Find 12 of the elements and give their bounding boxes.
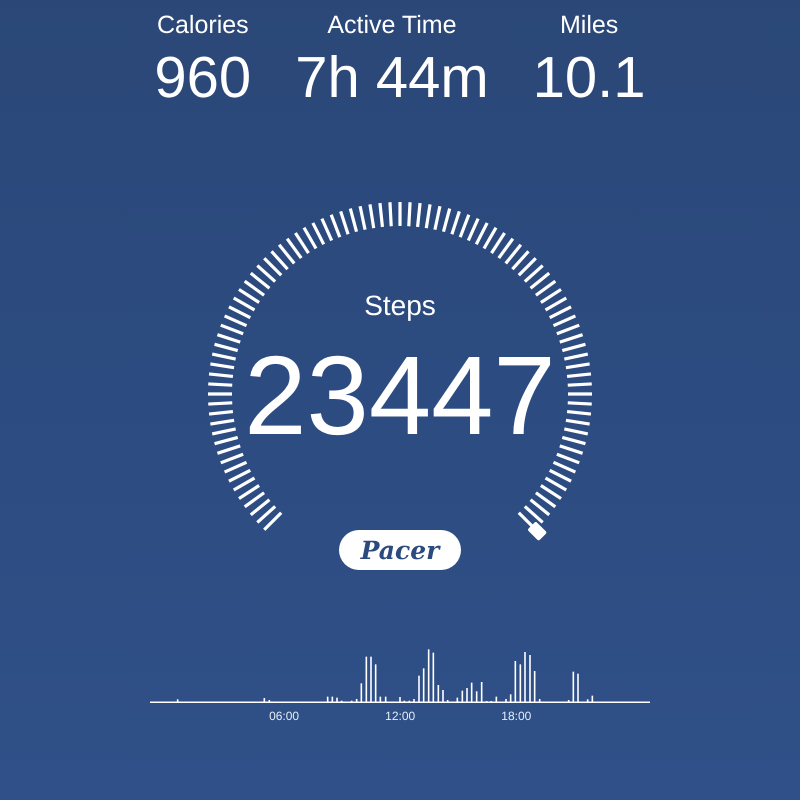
- stat-label: Miles: [560, 10, 618, 40]
- time-label: 12:00: [385, 709, 416, 723]
- steps-label: Steps: [364, 289, 436, 323]
- stat-value: 10.1: [532, 46, 646, 110]
- stat-label: Calories: [156, 10, 249, 40]
- stat-value: 7h 44m: [295, 46, 489, 110]
- stat-label: Active Time: [327, 10, 457, 40]
- steps-count: 23447: [244, 340, 556, 452]
- stat-value: 960: [154, 46, 252, 110]
- time-label: 18:00: [501, 709, 532, 723]
- time-label: 06:00: [269, 709, 300, 723]
- logo-badge: Pacer: [338, 530, 462, 570]
